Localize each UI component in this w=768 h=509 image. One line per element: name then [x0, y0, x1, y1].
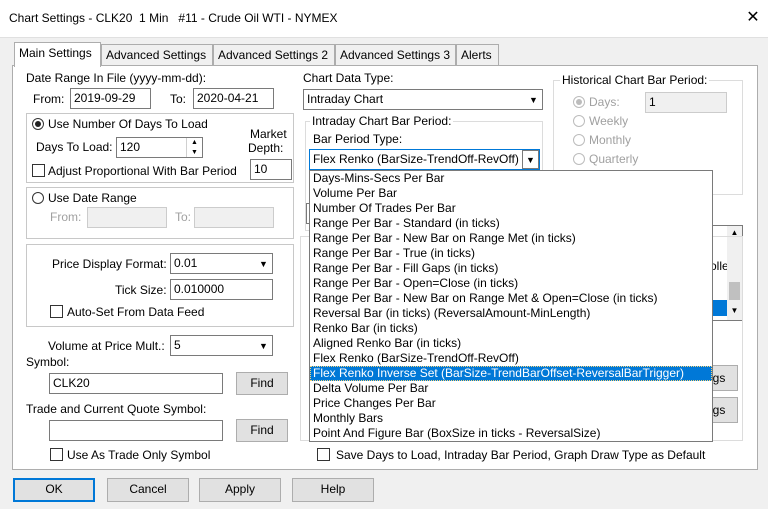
date-from-label: From: [33, 92, 65, 106]
historical-quarterly-radio [573, 153, 585, 165]
bar-period-type-select[interactable]: Flex Renko (BarSize-TrendOff-RevOff) ▼ [309, 149, 540, 170]
tab-advanced-settings-2[interactable]: Advanced Settings 2 [213, 44, 335, 66]
trade-symbol-label: Trade and Current Quote Symbol: [26, 402, 207, 416]
auto-set-label: Auto-Set From Data Feed [67, 305, 205, 319]
dropdown-item[interactable]: Reversal Bar (in ticks) (ReversalAmount-… [310, 306, 712, 321]
save-default-checkbox[interactable] [317, 448, 330, 461]
auto-set-checkbox[interactable] [50, 305, 63, 318]
intraday-bar-period-label: Intraday Chart Bar Period: [310, 114, 454, 128]
use-days-radio[interactable] [32, 118, 44, 130]
dropdown-item[interactable]: Range Per Bar - True (in ticks) [310, 246, 712, 261]
apply-button[interactable]: Apply [199, 478, 281, 502]
dropdown-item[interactable]: Number Of Trades Per Bar [310, 201, 712, 216]
market-depth-label-2: Depth: [248, 141, 284, 155]
dropdown-item[interactable]: Flex Renko (BarSize-TrendOff-RevOff) [310, 351, 712, 366]
use-date-range-radio[interactable] [32, 192, 44, 204]
volume-mult-value: 5 [174, 338, 181, 352]
chart-data-type-label: Chart Data Type: [303, 71, 394, 85]
tick-size-field[interactable]: 0.010000 [170, 279, 273, 300]
close-icon[interactable]: ✕ [741, 6, 765, 30]
symbol-label: Symbol: [26, 355, 70, 369]
range-to-label: To: [175, 210, 192, 224]
days-to-load-stepper[interactable]: 120 ▲ ▼ [116, 137, 203, 158]
date-from-field[interactable]: 2019-09-29 [70, 88, 151, 109]
spin-down-icon[interactable]: ▼ [187, 148, 202, 158]
symbol-field[interactable]: CLK20 [49, 373, 223, 394]
dropdown-item[interactable]: Range Per Bar - Fill Gaps (in ticks) [310, 261, 712, 276]
use-date-range-label: Use Date Range [48, 191, 137, 205]
dropdown-item[interactable]: Days-Mins-Secs Per Bar [310, 171, 712, 186]
dropdown-item[interactable]: Delta Volume Per Bar [310, 381, 712, 396]
date-to-field[interactable]: 2020-04-21 [193, 88, 274, 109]
tab-alerts[interactable]: Alerts [456, 44, 499, 66]
chevron-down-icon[interactable]: ▼ [525, 90, 542, 109]
dropdown-item[interactable]: Range Per Bar - New Bar on Range Met & O… [310, 291, 712, 306]
ok-button[interactable]: OK [13, 478, 95, 502]
volume-mult-select[interactable]: 5 ▼ [170, 335, 273, 356]
dropdown-item[interactable]: Renko Bar (in ticks) [310, 321, 712, 336]
window-title: Chart Settings - CLK20 1 Min #11 - Crude… [9, 11, 338, 25]
dropdown-item[interactable]: Price Changes Per Bar [310, 396, 712, 411]
dropdown-item[interactable]: Range Per Bar - New Bar on Range Met (in… [310, 231, 712, 246]
historical-monthly-radio [573, 134, 585, 146]
chart-data-type-value: Intraday Chart [307, 92, 384, 106]
range-from-label: From: [50, 210, 82, 224]
days-to-load-value: 120 [120, 140, 141, 154]
price-format-value: 0.01 [174, 256, 198, 270]
save-default-label: Save Days to Load, Intraday Bar Period, … [336, 448, 706, 462]
market-depth-field[interactable]: 10 [250, 159, 292, 180]
historical-monthly-label: Monthly [589, 133, 632, 147]
historical-bar-period-label: Historical Chart Bar Period: [560, 73, 710, 87]
price-format-label: Price Display Format: [52, 257, 167, 271]
adjust-proportional-checkbox[interactable] [32, 164, 45, 177]
spin-buttons[interactable]: ▲ ▼ [186, 138, 202, 157]
historical-weekly-radio [573, 115, 585, 127]
days-to-load-label: Days To Load: [36, 140, 113, 154]
trade-only-checkbox[interactable] [50, 448, 63, 461]
date-to-label: To: [170, 92, 187, 106]
market-depth-label: Market [250, 127, 287, 141]
tab-advanced-settings-3[interactable]: Advanced Settings 3 [335, 44, 456, 66]
dropdown-item[interactable]: Aligned Renko Bar (in ticks) [310, 336, 712, 351]
tick-size-label: Tick Size: [115, 283, 167, 297]
bar-period-type-label: Bar Period Type: [313, 132, 403, 146]
chevron-down-icon[interactable]: ▼ [522, 150, 539, 169]
dropdown-item-selected[interactable]: Flex Renko Inverse Set (BarSize-TrendBar… [310, 366, 712, 381]
historical-days-radio [573, 96, 585, 108]
historical-days-field: 1 [645, 92, 727, 113]
title-bar: Chart Settings - CLK20 1 Min #11 - Crude… [0, 0, 768, 38]
historical-days-label: Days: [589, 95, 620, 109]
trade-symbol-field[interactable] [49, 420, 223, 441]
symbol-find-button[interactable]: Find [236, 372, 288, 395]
dropdown-item[interactable]: Point And Figure Bar (BoxSize in ticks -… [310, 426, 712, 441]
help-button[interactable]: Help [292, 478, 374, 502]
chart-data-type-select[interactable]: Intraday Chart ▼ [303, 89, 543, 110]
dropdown-item[interactable]: Monthly Bars [310, 411, 712, 426]
tab-main-settings[interactable]: Main Settings [14, 42, 101, 67]
adjust-proportional-label: Adjust Proportional With Bar Period [48, 164, 237, 178]
price-format-select[interactable]: 0.01 ▼ [170, 253, 273, 274]
dropdown-item[interactable]: Range Per Bar - Open=Close (in ticks) [310, 276, 712, 291]
spin-up-icon[interactable]: ▲ [187, 138, 202, 148]
dropdown-item[interactable]: Volume Per Bar [310, 186, 712, 201]
range-to-field [194, 207, 274, 228]
bar-period-type-value: Flex Renko (BarSize-TrendOff-RevOff) [313, 152, 519, 166]
bar-period-type-dropdown[interactable]: Days-Mins-Secs Per Bar Volume Per Bar Nu… [309, 170, 713, 442]
chevron-down-icon[interactable]: ▼ [255, 336, 272, 355]
trade-symbol-find-button[interactable]: Find [236, 419, 288, 442]
trade-only-label: Use As Trade Only Symbol [67, 448, 211, 462]
volume-mult-label: Volume at Price Mult.: [48, 339, 165, 353]
dropdown-item[interactable]: Range Per Bar - Standard (in ticks) [310, 216, 712, 231]
range-from-field [87, 207, 167, 228]
cancel-button[interactable]: Cancel [107, 478, 189, 502]
historical-weekly-label: Weekly [589, 114, 629, 128]
date-range-label: Date Range In File (yyyy-mm-dd): [26, 71, 207, 85]
use-days-label: Use Number Of Days To Load [48, 117, 208, 131]
chevron-down-icon[interactable]: ▼ [255, 254, 272, 273]
tab-advanced-settings[interactable]: Advanced Settings [101, 44, 213, 66]
historical-quarterly-label: Quarterly [589, 152, 639, 166]
